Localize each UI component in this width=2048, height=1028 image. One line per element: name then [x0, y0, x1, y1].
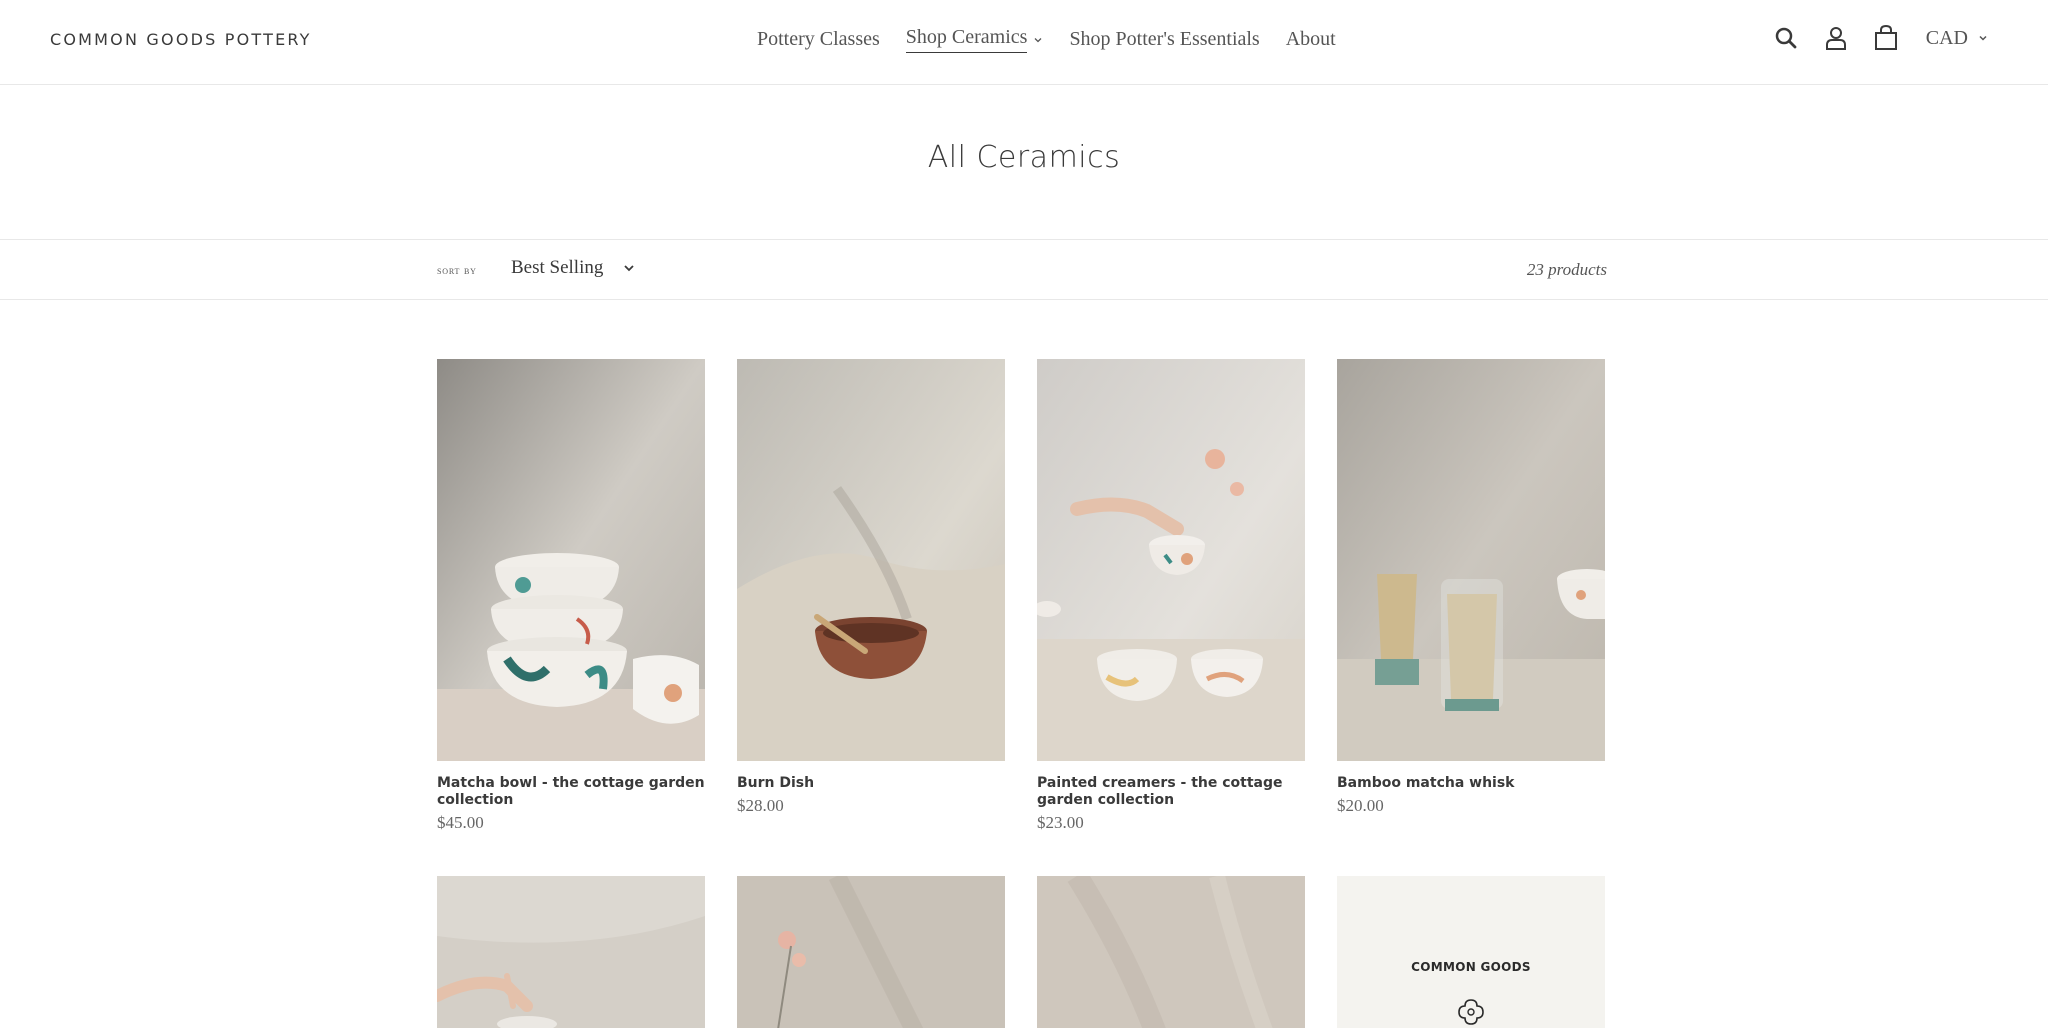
- page-title: All Ceramics: [927, 140, 1121, 175]
- product-image[interactable]: [1337, 359, 1605, 761]
- nav-label: About: [1285, 28, 1336, 50]
- product-card[interactable]: [437, 876, 705, 1028]
- site-header: COMMON GOODS POTTERY Pottery Classes Sho…: [0, 0, 2048, 85]
- account-icon[interactable]: [1822, 24, 1850, 52]
- product-image[interactable]: [1037, 876, 1305, 1028]
- product-card[interactable]: Painted creamers - the cottage garden co…: [1037, 359, 1305, 833]
- product-title[interactable]: Burn Dish: [737, 775, 1005, 792]
- header-icons: CAD: [1772, 24, 1988, 52]
- nav-item-potters-essentials[interactable]: Shop Potter's Essentials: [1069, 26, 1259, 53]
- product-image[interactable]: [437, 359, 705, 761]
- sort-select[interactable]: Best Selling: [511, 257, 635, 279]
- nav-label: Shop Potter's Essentials: [1069, 28, 1260, 50]
- product-card[interactable]: [1037, 876, 1305, 1028]
- product-image[interactable]: [737, 876, 1005, 1028]
- nav-item-shop-ceramics[interactable]: Shop Ceramics: [905, 26, 1044, 53]
- product-card[interactable]: Bamboo matcha whisk $20.00: [1337, 359, 1605, 816]
- sort-value: Best Selling: [511, 257, 604, 278]
- nav-label: Pottery Classes: [757, 28, 880, 50]
- product-image[interactable]: [437, 876, 705, 1028]
- sort-label: Sort by: [437, 263, 477, 277]
- product-price: $20.00: [1337, 796, 1384, 815]
- product-card[interactable]: [737, 876, 1005, 1028]
- product-title[interactable]: Bamboo matcha whisk: [1337, 775, 1605, 792]
- main-nav: Pottery Classes Shop Ceramics Shop Potte…: [757, 26, 1336, 53]
- product-card[interactable]: Burn Dish $28.00: [737, 359, 1005, 816]
- product-image[interactable]: COMMON GOODS: [1337, 876, 1605, 1028]
- currency-selector[interactable]: CAD: [1926, 27, 1988, 50]
- chevron-down-icon: [1979, 35, 1987, 41]
- nav-item-pottery-classes[interactable]: Pottery Classes: [757, 26, 880, 53]
- product-price: $45.00: [437, 813, 484, 832]
- product-price: $28.00: [737, 796, 784, 815]
- product-title[interactable]: Matcha bowl - the cottage garden collect…: [437, 775, 705, 809]
- flower-logo-icon: [1458, 999, 1484, 1025]
- search-icon[interactable]: [1772, 24, 1800, 52]
- cart-icon[interactable]: [1872, 24, 1900, 52]
- product-image[interactable]: [737, 359, 1005, 761]
- chevron-down-icon: [1034, 37, 1042, 42]
- product-count: 23 products: [1526, 260, 1607, 279]
- product-card[interactable]: COMMON GOODS: [1337, 876, 1605, 1028]
- nav-item-about[interactable]: About: [1286, 26, 1336, 53]
- product-image[interactable]: [1037, 359, 1305, 761]
- product-card[interactable]: Matcha bowl - the cottage garden collect…: [437, 359, 705, 833]
- brand-logo-text: COMMON GOODS: [1411, 960, 1531, 974]
- nav-label: Shop Ceramics: [905, 26, 1028, 53]
- chevron-down-icon: [624, 265, 635, 272]
- currency-label: CAD: [1925, 26, 1968, 49]
- site-logo[interactable]: COMMON GOODS POTTERY: [50, 30, 312, 49]
- collection-filter-bar: Sort by Best Selling 23 products: [0, 239, 2048, 300]
- product-price: $23.00: [1037, 813, 1084, 832]
- product-title[interactable]: Painted creamers - the cottage garden co…: [1037, 775, 1305, 809]
